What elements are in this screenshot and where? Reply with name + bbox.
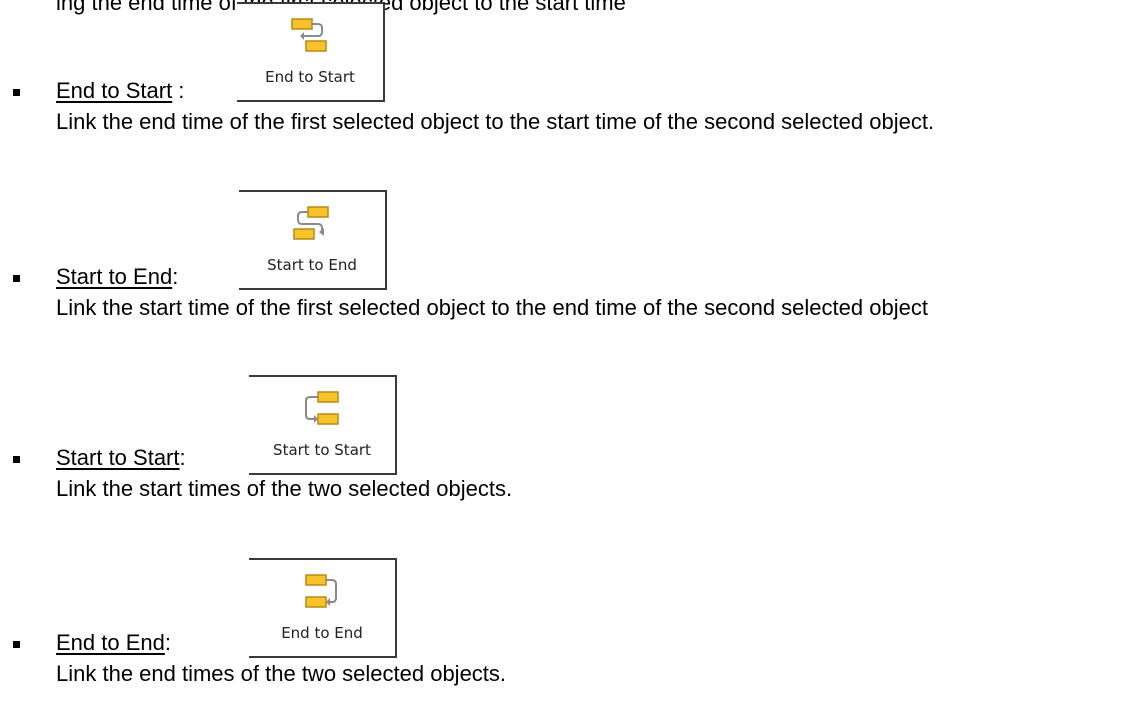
- description: Link the start times of the two selected…: [56, 476, 513, 501]
- bullet: [13, 641, 20, 648]
- bullet: [13, 275, 20, 282]
- button-label: End to Start: [265, 68, 355, 86]
- link-start-to-start-icon: [249, 387, 395, 435]
- term-separator: :: [164, 630, 171, 655]
- description: Link the end times of the two selected o…: [56, 661, 507, 686]
- term-line: End to Start :: [56, 78, 184, 104]
- link-end-to-start-icon: [237, 14, 383, 62]
- bullet: [13, 89, 20, 96]
- list-item-end-to-start: End to Start End to Start : Link the end…: [0, 0, 1138, 170]
- term-line: End to End:: [56, 630, 171, 656]
- description: Link the end time of the first selected …: [56, 109, 935, 134]
- button-label: End to End: [281, 624, 363, 642]
- term-line: Start to End:: [56, 264, 178, 290]
- term-label: Start to End: [56, 264, 173, 289]
- term-line: Start to Start:: [56, 445, 186, 471]
- bullet: [13, 456, 20, 463]
- term-label: Start to Start: [56, 445, 180, 470]
- link-end-to-end-icon: [249, 570, 395, 618]
- end-to-end-button[interactable]: End to End: [249, 558, 397, 658]
- list-item-start-to-start: Start to Start Start to Start: Link the …: [0, 373, 1138, 543]
- term-label: End to Start: [56, 78, 173, 103]
- start-to-end-button[interactable]: Start to End: [239, 190, 387, 290]
- term-label: End to End: [56, 630, 165, 655]
- description: Link the start time of the first selecte…: [56, 295, 928, 320]
- list-item-start-to-end: Start to End Start to End: Link the star…: [0, 188, 1138, 358]
- term-separator: :: [179, 445, 186, 470]
- term-separator: :: [172, 264, 179, 289]
- start-to-start-button[interactable]: Start to Start: [249, 375, 397, 475]
- button-label: Start to End: [267, 256, 357, 274]
- term-separator: :: [172, 78, 185, 103]
- link-start-to-end-icon: [239, 202, 385, 250]
- end-to-start-button[interactable]: End to Start: [237, 2, 385, 102]
- button-label: Start to Start: [273, 441, 371, 459]
- list-item-end-to-end: End to End End to End: Link the end time…: [0, 556, 1138, 726]
